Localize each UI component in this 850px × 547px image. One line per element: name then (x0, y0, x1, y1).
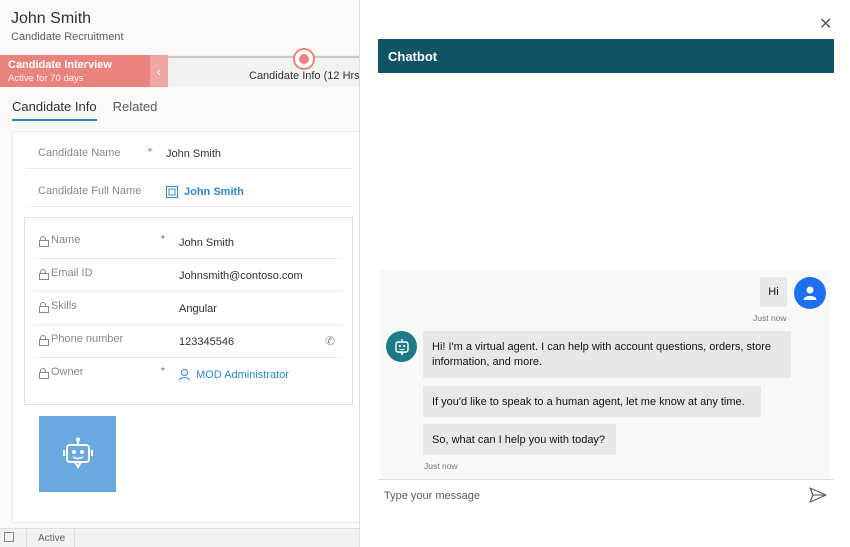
app-window: John Smith Candidate Recruitment Candida… (0, 0, 850, 547)
field-candidate-full-name: Candidate Full Name John Smith (26, 177, 352, 207)
active-stage-title: Candidate Interview (8, 59, 112, 71)
send-icon[interactable] (809, 487, 827, 503)
chatbot-panel: ✕ Chatbot Hi Just now Hi! I'm a virtual … (360, 0, 850, 547)
field-label: Phone number (39, 333, 124, 346)
qv-phone-value: 123345546 (179, 336, 235, 348)
message-input[interactable] (384, 487, 784, 505)
field-label-text: Skills (51, 300, 77, 312)
stage-marker[interactable] (293, 48, 315, 70)
candidate-name-input[interactable]: John Smith (166, 148, 221, 160)
open-in-window-icon[interactable] (4, 532, 14, 542)
qv-email-value: Johnsmith@contoso.com (179, 270, 303, 282)
phone-icon[interactable]: ✆ (325, 334, 335, 348)
divider (74, 529, 75, 547)
record-status: Active (38, 533, 66, 544)
lock-icon (39, 301, 49, 313)
record-entity-type: Candidate Recruitment (11, 31, 124, 43)
field-candidate-name: Candidate Name * John Smith (26, 139, 352, 169)
qv-name-value: John Smith (179, 237, 235, 249)
qv-row-phone: Phone number 123345546 ✆ (33, 325, 343, 358)
lookup-text: John Smith (184, 186, 244, 198)
quick-view-form: Name * John Smith Email ID Johnsmith@con… (24, 217, 353, 405)
field-label: Owner (39, 366, 84, 379)
required-marker: * (148, 147, 152, 158)
form-tabs: Candidate Info Related (12, 99, 157, 121)
required-marker: * (161, 366, 165, 377)
required-marker: * (161, 234, 165, 245)
close-icon[interactable]: ✕ (819, 17, 832, 33)
lock-icon (39, 367, 49, 379)
qv-row-email: Email ID Johnsmith@contoso.com (33, 259, 343, 292)
bot-message: If you'd like to speak to a human agent,… (423, 386, 761, 417)
active-stage-duration: Active for 70 days (8, 73, 84, 84)
field-label-text: Name (51, 234, 81, 246)
user-message-timestamp: Just now (753, 313, 787, 323)
divider (26, 529, 27, 547)
process-line (168, 56, 359, 58)
qv-row-owner: Owner * MOD Administrator (33, 358, 343, 391)
field-label: Email ID (39, 267, 93, 280)
owner-lookup[interactable]: MOD Administrator (179, 369, 289, 381)
lock-icon (39, 235, 49, 247)
person-icon (794, 277, 826, 309)
field-label-text: Owner (51, 366, 84, 378)
record-title: John Smith (11, 10, 92, 27)
bot-message-timestamp: Just now (424, 461, 458, 471)
qv-row-name: Name * John Smith (33, 226, 343, 259)
lock-icon (39, 334, 49, 346)
status-bar: Active (0, 528, 359, 547)
field-label-text: Phone number (51, 333, 124, 345)
owner-text: MOD Administrator (196, 369, 289, 381)
candidate-full-name-lookup[interactable]: John Smith (166, 186, 244, 198)
chat-input-bar (378, 479, 834, 509)
lock-icon (39, 268, 49, 280)
tab-candidate-info[interactable]: Candidate Info (12, 99, 97, 121)
field-label: Skills (39, 300, 77, 313)
user-message: Hi (760, 277, 787, 307)
chevron-left-icon[interactable]: ‹ (150, 55, 168, 87)
tab-related[interactable]: Related (113, 99, 158, 121)
bot-icon (62, 437, 93, 469)
record-icon (166, 186, 178, 198)
business-process-bar: Candidate Interview Active for 70 days ‹… (0, 48, 359, 87)
bot-message: So, what can I help you with today? (423, 424, 616, 455)
chatbot-header: Chatbot (378, 39, 834, 73)
person-icon (179, 369, 190, 381)
bot-message: Hi! I'm a virtual agent. I can help with… (423, 331, 791, 378)
field-label: Candidate Full Name (38, 185, 142, 197)
field-label: Candidate Name (38, 147, 121, 159)
qv-skills-value: Angular (179, 303, 217, 315)
field-label-text: Email ID (51, 267, 93, 279)
bot-icon (386, 331, 417, 362)
field-label: Name (39, 234, 81, 247)
bot-image (39, 416, 116, 492)
next-stage-label[interactable]: Candidate Info (12 Hrs (249, 70, 359, 82)
active-stage[interactable]: Candidate Interview Active for 70 days (0, 55, 150, 87)
record-form-panel: John Smith Candidate Recruitment Candida… (0, 0, 360, 547)
qv-row-skills: Skills Angular (33, 292, 343, 325)
